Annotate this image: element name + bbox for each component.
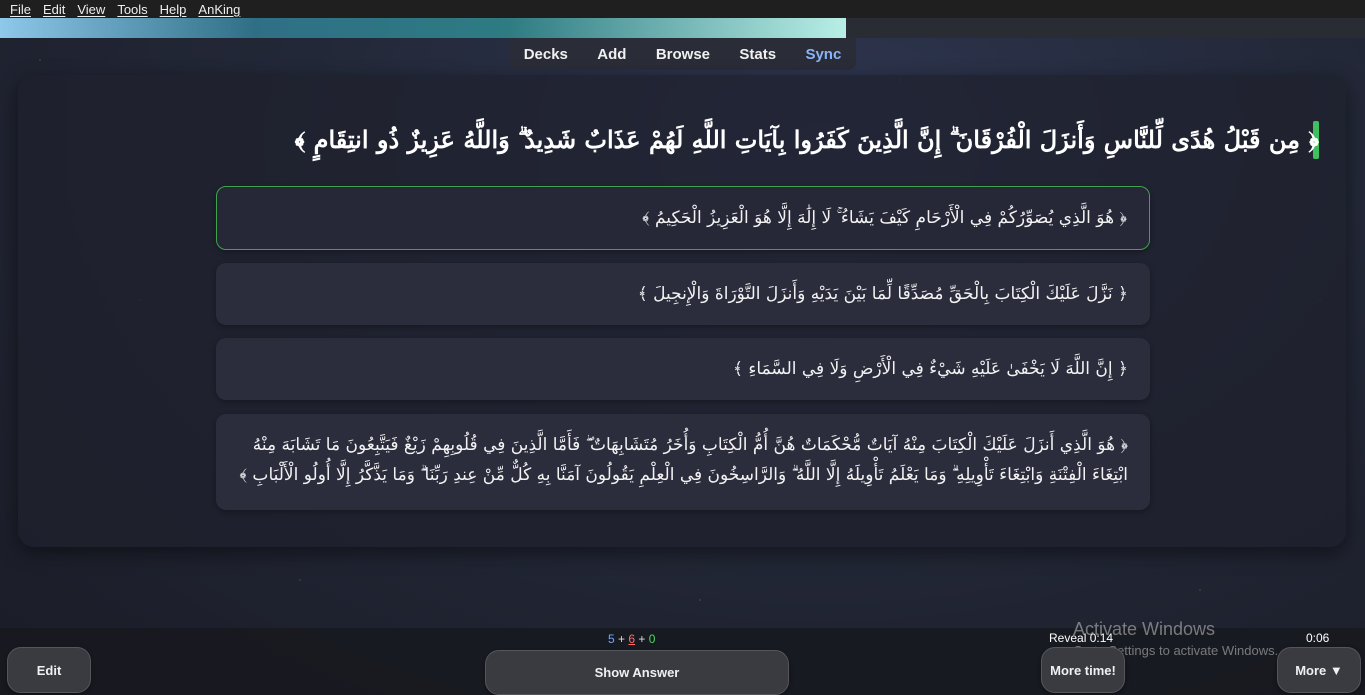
answer-option-3[interactable]: ﴿ إِنَّ اللَّهَ لَا يَخْفَىٰ عَلَيْهِ شَ… [216,338,1150,400]
elapsed-timer: 0:06 [1306,631,1330,645]
more-button[interactable]: More ▼ [1277,647,1361,693]
more-time-button[interactable]: More time! [1041,647,1125,693]
answer-option-2[interactable]: ﴿ نَزَّلَ عَلَيْكَ الْكِتَابَ بِالْحَقِّ… [216,263,1150,325]
plus-sign: + [638,632,646,646]
edit-button[interactable]: Edit [7,647,91,693]
nav-add[interactable]: Add [597,46,626,63]
answer-option-4[interactable]: ﴿ هُوَ الَّذِي أَنزَلَ عَلَيْكَ الْكِتَا… [216,414,1150,510]
question-text: ﴿ مِن قَبْلُ هُدًى لِّلنَّاسِ وَأَنزَلَ … [294,125,1319,154]
nav-sync[interactable]: Sync [805,46,841,63]
plus-sign: + [618,632,626,646]
due-counts: 5 + 6 + 0 [608,632,655,646]
show-answer-button[interactable]: Show Answer [485,650,789,695]
menu-edit[interactable]: Edit [43,2,65,17]
activate-windows-title: Activate Windows [1073,619,1216,639]
menu-anking[interactable]: AnKing [198,2,240,17]
answer-option-1[interactable]: ﴿ هُوَ الَّذِي يُصَوِّرُكُمْ فِي الْأَرْ… [216,186,1150,250]
nav-stats[interactable]: Stats [739,46,776,63]
progress-bar [0,18,1365,38]
menu-bar: File Edit View Tools Help AnKing [0,0,1365,18]
learn-count: 6 [628,632,636,646]
top-navigation: Decks Add Browse Stats Sync [509,38,856,70]
new-count: 5 [608,632,615,646]
menu-help[interactable]: Help [160,2,187,17]
menu-file[interactable]: File [10,2,31,17]
menu-tools[interactable]: Tools [117,2,147,17]
nav-browse[interactable]: Browse [656,46,710,63]
nav-decks[interactable]: Decks [524,46,568,63]
menu-view[interactable]: View [77,2,105,17]
review-count: 0 [648,632,656,646]
progress-bar-fill [0,18,847,38]
